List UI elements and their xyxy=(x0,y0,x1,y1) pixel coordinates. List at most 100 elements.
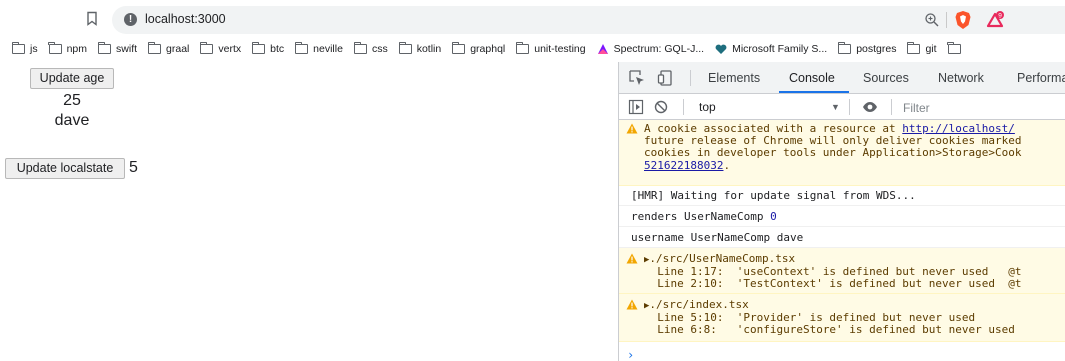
folder-icon xyxy=(947,42,961,54)
folder-icon xyxy=(147,42,162,54)
folder-icon xyxy=(353,42,367,54)
folder-icon xyxy=(97,42,112,54)
bookmark-npm[interactable]: npm xyxy=(48,42,88,55)
folder-icon xyxy=(294,42,309,54)
bookmark-label: postgres xyxy=(856,43,897,55)
bookmark-label: npm xyxy=(66,43,88,55)
browser-toolbar: ! localhost:3000 9 xyxy=(0,0,1065,38)
bookmark-label: vertx xyxy=(218,43,242,55)
tab-performance[interactable]: Performa xyxy=(1017,71,1065,85)
warning-icon xyxy=(626,253,638,264)
console-text: renders UserNameComp xyxy=(631,210,771,223)
bookmark-label: git xyxy=(925,43,937,55)
bookmark-vertx[interactable]: vertx xyxy=(200,42,242,55)
cookie-id-link[interactable]: 521622188032 xyxy=(644,159,723,172)
bookmark-js[interactable]: js xyxy=(11,42,38,55)
tab-console[interactable]: Console xyxy=(789,71,835,85)
bookmark-microsoft-family[interactable]: Microsoft Family S... xyxy=(715,43,827,55)
bookmark-git[interactable]: git xyxy=(907,42,937,55)
console-log-hmr: [HMR] Waiting for update signal from WDS… xyxy=(619,186,1065,206)
bookmark-swift[interactable]: swift xyxy=(97,42,138,55)
console-log-renders: renders UserNameComp 0 xyxy=(619,206,1065,227)
folder-icon xyxy=(251,42,266,54)
console-log-username: username UserNameComp dave xyxy=(619,227,1065,248)
heart-icon xyxy=(715,44,727,54)
warning-icon xyxy=(626,299,638,310)
devtools-tabbar: Elements Console Sources Network Perform… xyxy=(619,62,1065,94)
console-warning-usernamecomp[interactable]: ▶./src/UserNameComp.tsx Line 1:17: 'useC… xyxy=(619,248,1065,294)
bookmark-label: swift xyxy=(116,43,138,55)
console-text: A cookie associated with a resource at xyxy=(644,122,903,135)
bookmark-css[interactable]: css xyxy=(353,42,388,55)
url-text[interactable]: localhost:3000 xyxy=(145,12,226,26)
address-bar[interactable]: ! localhost:3000 9 xyxy=(112,6,1065,34)
folder-icon xyxy=(398,42,412,54)
console-text: [HMR] Waiting for update signal from WDS… xyxy=(631,189,916,202)
username-value: dave xyxy=(54,112,90,129)
bookmark-neville[interactable]: neville xyxy=(294,42,343,55)
tab-elements[interactable]: Elements xyxy=(708,71,760,85)
tab-sources[interactable]: Sources xyxy=(863,71,909,85)
console-text: Line 1:17: 'useContext' is defined but n… xyxy=(657,265,1022,279)
folder-icon xyxy=(907,42,921,54)
tab-divider xyxy=(690,70,691,86)
folder-icon xyxy=(516,42,530,54)
bookmark-unit-testing[interactable]: unit-testing xyxy=(516,42,586,55)
devtools-panel: Elements Console Sources Network Perform… xyxy=(618,62,1065,361)
brave-shields-icon[interactable] xyxy=(954,10,972,30)
show-sidebar-icon[interactable] xyxy=(628,99,644,115)
context-selector[interactable]: top xyxy=(699,100,716,114)
bookmark-postgres[interactable]: postgres xyxy=(837,42,897,55)
toolbar-divider xyxy=(849,99,850,115)
active-tab-indicator xyxy=(779,91,849,93)
page-content: Update age 25 dave Update localstate 5 xyxy=(0,62,618,361)
zoom-icon[interactable] xyxy=(924,12,940,28)
bookmarks-bar: js npm swift graal vertx btc neville css… xyxy=(0,38,1065,60)
render-count: 0 xyxy=(770,210,777,223)
console-text: . xyxy=(723,158,731,172)
console-text: Line 6:8: 'configureStore' is defined bu… xyxy=(657,323,1015,337)
folder-icon xyxy=(837,42,852,54)
chevron-down-icon[interactable]: ▼ xyxy=(831,102,840,112)
tab-network[interactable]: Network xyxy=(938,71,984,85)
console-text: future release of Chrome will only deliv… xyxy=(644,134,1022,148)
toolbar-divider xyxy=(683,99,684,115)
omnibox-divider xyxy=(946,12,947,28)
folder-icon xyxy=(11,42,25,54)
update-localstate-button[interactable]: Update localstate xyxy=(5,158,125,179)
warning-file: ./src/UserNameComp.tsx xyxy=(649,252,796,265)
bookmark-btc[interactable]: btc xyxy=(251,42,285,55)
live-expression-eye-icon[interactable] xyxy=(862,99,878,115)
clear-console-icon[interactable] xyxy=(653,99,669,115)
bookmark-label: btc xyxy=(270,43,285,55)
bookmark-label: neville xyxy=(313,43,343,55)
console-filter-input[interactable] xyxy=(903,98,1065,117)
cookie-resource-link[interactable]: http://localhost/ xyxy=(902,122,1015,135)
console-warning-cookie: A cookie associated with a resource at h… xyxy=(619,120,1065,186)
brave-rewards-icon[interactable]: 9 xyxy=(986,11,1004,29)
bookmark-graphql[interactable]: graphql xyxy=(452,42,505,55)
svg-text:9: 9 xyxy=(998,12,1002,19)
info-icon[interactable]: ! xyxy=(124,13,137,26)
bookmark-label: kotlin xyxy=(416,43,442,55)
bookmark-graal[interactable]: graal xyxy=(147,42,189,55)
folder-icon xyxy=(48,42,62,54)
spectrum-icon xyxy=(597,44,608,54)
console-text: cookies in developer tools under Applica… xyxy=(644,146,1022,160)
console-warning-index[interactable]: ▶./src/index.tsx Line 5:10: 'Provider' i… xyxy=(619,294,1065,342)
bookmark-spectrum[interactable]: Spectrum: GQL-J... xyxy=(597,43,704,55)
console-prompt[interactable]: › xyxy=(627,348,634,361)
toolbar-divider xyxy=(891,99,892,115)
device-toolbar-icon[interactable] xyxy=(657,69,675,87)
bookmark-label: unit-testing xyxy=(534,43,586,55)
bookmark-kotlin[interactable]: kotlin xyxy=(398,42,442,55)
console-toolbar: top ▼ xyxy=(619,94,1065,120)
folder-icon xyxy=(200,42,214,54)
bookmark-label: Microsoft Family S... xyxy=(732,43,828,55)
bookmark-icon[interactable] xyxy=(86,11,98,26)
bookmark-label: js xyxy=(30,43,38,55)
bookmark-folder-more[interactable] xyxy=(947,42,966,54)
update-age-button[interactable]: Update age xyxy=(30,68,114,89)
inspect-element-icon[interactable] xyxy=(628,69,646,87)
bookmark-label: Spectrum: GQL-J... xyxy=(613,43,705,55)
